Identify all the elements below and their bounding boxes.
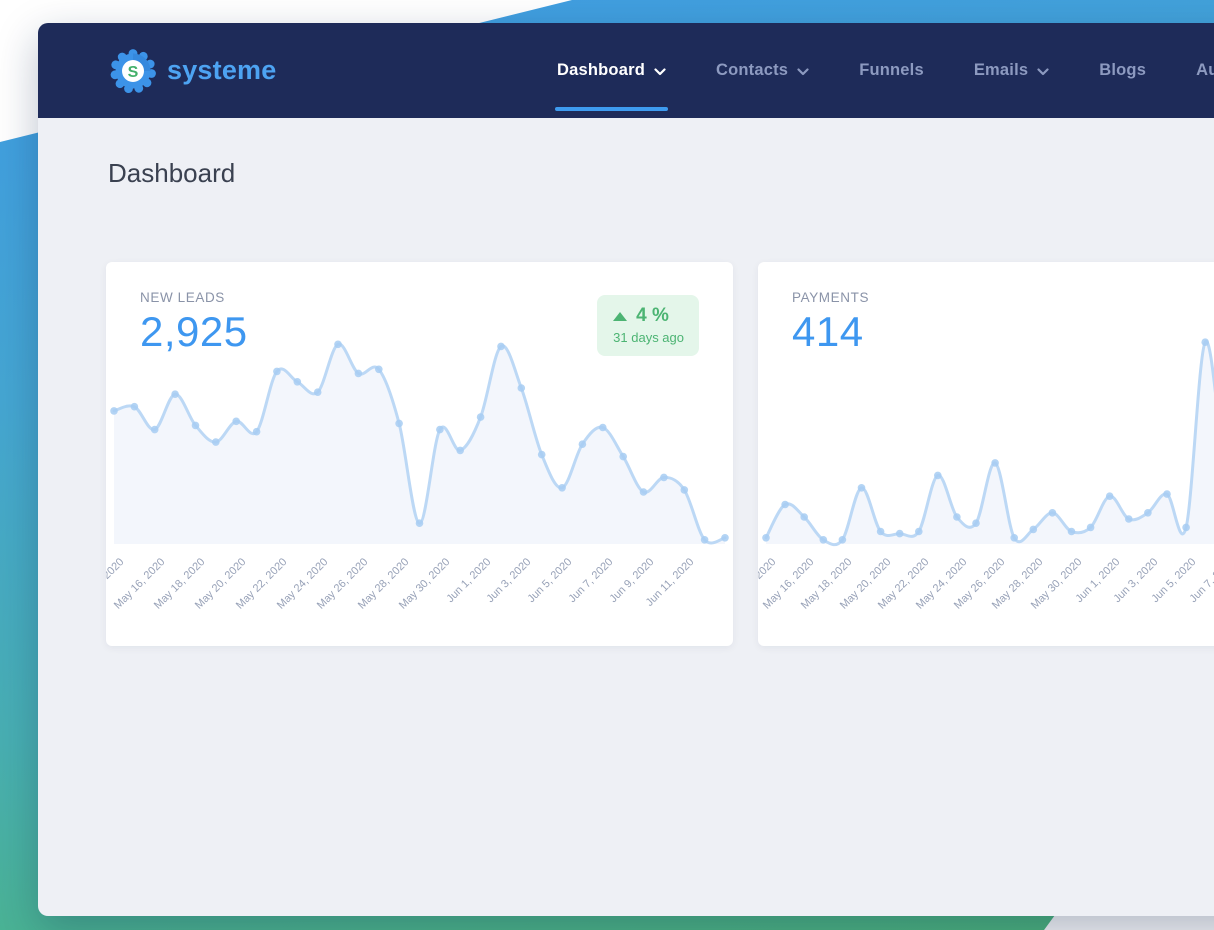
card-value: 2,925 [140, 308, 248, 355]
card-payments: PAYMENTS 414 May 14, 2020May 16, 2020May… [758, 262, 1214, 646]
trend-percent: 4 % [636, 305, 669, 326]
brand-logo[interactable]: S systeme [110, 48, 276, 94]
trend-badge: 4 % 31 days ago [597, 295, 699, 356]
top-navbar: S systeme Dashboard Contacts Funnels Emails… [38, 23, 1214, 118]
card-label: NEW LEADS [140, 290, 225, 305]
card-new-leads: NEW LEADS 2,925 4 % 31 days ago May 14, … [106, 262, 733, 646]
page-title: Dashboard [108, 158, 236, 188]
nav-item-funnels[interactable]: Funnels [859, 23, 924, 118]
triangle-up-icon [613, 311, 628, 321]
nav-item-label: Automations [1196, 61, 1214, 79]
main-nav: Dashboard Contacts Funnels Emails Blogs Autom… [555, 23, 1214, 118]
nav-item-label: Funnels [859, 61, 924, 79]
nav-item-label: Blogs [1099, 61, 1147, 79]
trend-period: 31 days ago [613, 330, 684, 345]
chevron-down-icon [654, 67, 666, 75]
card-value: 414 [792, 308, 864, 355]
nav-item-automations[interactable]: Automations [1196, 23, 1214, 118]
app-window: S systeme Dashboard Contacts Funnels Emails… [38, 23, 1214, 916]
nav-item-blogs[interactable]: Blogs [1099, 23, 1146, 118]
stat-cards-row: NEW LEADS 2,925 4 % 31 days ago May 14, … [106, 262, 1214, 646]
svg-text:S: S [128, 64, 139, 81]
brand-name: systeme [167, 55, 277, 85]
page-content: Dashboard NEW LEADS 2,925 4 % 31 days ag… [38, 118, 1214, 916]
nav-item-emails[interactable]: Emails [974, 23, 1049, 118]
chevron-down-icon [797, 67, 809, 75]
nav-item-contacts[interactable]: Contacts [716, 23, 809, 118]
nav-item-label: Contacts [715, 61, 789, 79]
nav-item-label: Dashboard [557, 61, 645, 79]
nav-item-label: Emails [973, 61, 1029, 79]
card-label: PAYMENTS [792, 290, 870, 305]
gear-s-logo-icon: S [110, 48, 156, 93]
nav-item-dashboard[interactable]: Dashboard [555, 23, 668, 118]
chart-area-fill [114, 344, 725, 544]
chevron-down-icon [1037, 67, 1049, 75]
